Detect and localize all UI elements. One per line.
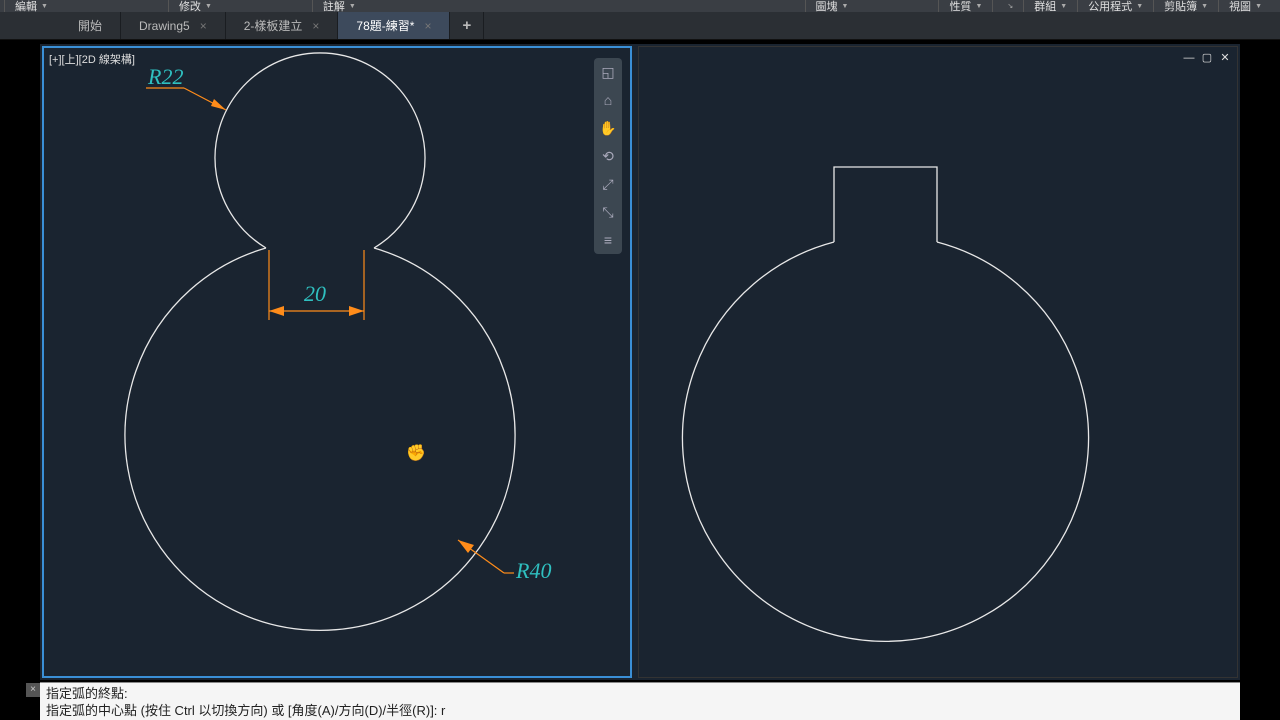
drawing-area[interactable]: [+][上][2D 線架構] ◱ ⌂ ✋ ⟲ ⤢ ⤡ ≡ R22: [40, 44, 1240, 680]
command-line[interactable]: × 指定弧的終點: 指定弧的中心點 (按住 Ctrl 以切換方向) 或 [角度(…: [40, 682, 1240, 720]
cmd-input-line[interactable]: 指定弧的中心點 (按住 Ctrl 以切換方向) 或 [角度(A)/方向(D)/半…: [46, 702, 1234, 719]
panel-utilities[interactable]: 公用程式▼: [1077, 0, 1153, 12]
panel-view[interactable]: 視圖▼: [1218, 0, 1272, 12]
document-tabs: 開始 Drawing5× 2-樣板建立× 78題-練習*× +: [0, 12, 1280, 40]
dim-20-text: 20: [304, 281, 326, 306]
panel-block[interactable]: 圖塊▼: [805, 0, 859, 12]
dim-r22-text: R22: [147, 64, 183, 89]
left-drawing: R22 20 R40: [44, 48, 634, 678]
panel-titles-right: 圖塊▼ 性質▼ ↘ 群組▼ 公用程式▼ 剪貼簿▼ 視圖▼: [805, 0, 1273, 12]
viewport-left[interactable]: [+][上][2D 線架構] ◱ ⌂ ✋ ⟲ ⤢ ⤡ ≡ R22: [42, 46, 632, 678]
right-drawing: [639, 47, 1239, 677]
cmd-history-line: 指定弧的終點:: [46, 685, 1234, 702]
panel-modify[interactable]: 修改▼: [168, 0, 222, 12]
pan-cursor-icon: ✊: [406, 443, 426, 463]
close-icon[interactable]: ×: [312, 19, 319, 33]
panel-title-bar: 編輯▼ 修改▼ 註解▼ 圖塊▼ 性質▼ ↘ 群組▼ 公用程式▼ 剪貼簿▼ 視圖▼: [0, 0, 1280, 12]
panel-clipboard[interactable]: 剪貼簿▼: [1153, 0, 1218, 12]
panel-annotate[interactable]: 註解▼: [312, 0, 366, 12]
tab-78exercise[interactable]: 78題-練習*×: [338, 12, 450, 39]
close-icon[interactable]: ×: [200, 19, 207, 33]
panel-edit[interactable]: 編輯▼: [4, 0, 58, 12]
viewport-right[interactable]: — ▢ ✕: [638, 46, 1238, 678]
tab-start[interactable]: 開始: [60, 12, 121, 39]
tab-drawing5[interactable]: Drawing5×: [121, 12, 226, 39]
dim-r40-text: R40: [515, 558, 551, 583]
panel-arrow[interactable]: ↘: [992, 0, 1023, 12]
panel-titles-left: 編輯▼ 修改▼ 註解▼: [4, 0, 366, 12]
panel-group[interactable]: 群組▼: [1023, 0, 1077, 12]
new-tab-button[interactable]: +: [450, 12, 484, 39]
cmd-close-icon[interactable]: ×: [26, 683, 40, 697]
panel-properties[interactable]: 性質▼: [938, 0, 992, 12]
close-icon[interactable]: ×: [424, 19, 431, 33]
tab-template[interactable]: 2-樣板建立×: [226, 12, 339, 39]
